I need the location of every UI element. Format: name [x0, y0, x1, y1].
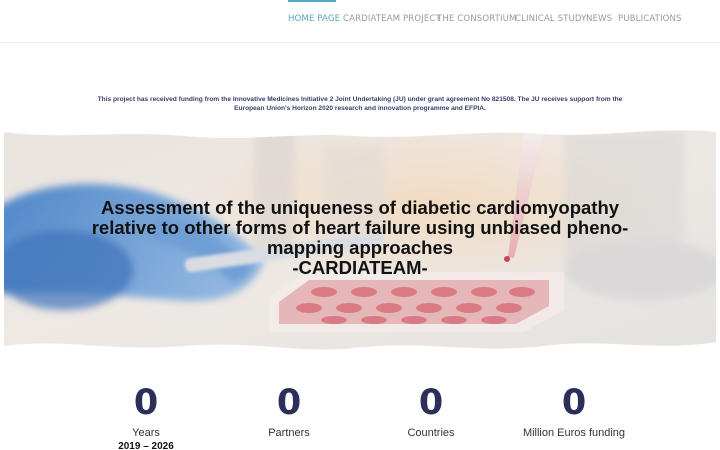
stat-funding: 0 Million Euros funding	[494, 380, 654, 440]
stat-years-range: 2019 – 2026	[118, 441, 174, 450]
nav-clinical-study[interactable]: CLINICAL STUDY	[515, 14, 586, 24]
stats-counters: 0 Years 2019 – 2026 0 Partners 0 Countri…	[0, 380, 720, 450]
stat-partners-label: Partners	[268, 427, 310, 439]
stat-partners-value: 0	[276, 383, 302, 423]
hero-title-line-2: relative to other forms of heart failure…	[91, 217, 629, 238]
stat-years: 0 Years 2019 – 2026	[66, 380, 226, 450]
stat-funding-label: Million Euros funding	[522, 427, 626, 439]
main-menu: HOME PAGE CARDIATEAM PROJECT THE CONSORT…	[0, 0, 720, 43]
nav-home-page[interactable]: HOME PAGE	[288, 14, 340, 24]
nav-news[interactable]: NEWS	[586, 14, 612, 24]
stat-funding-value: 0	[561, 383, 587, 423]
funding-notice: This project has received funding from t…	[60, 96, 660, 113]
nav-the-consortium[interactable]: THE CONSORTIUM	[437, 14, 517, 24]
stat-countries-label: Countries	[407, 427, 455, 439]
stat-partners: 0 Partners	[209, 380, 369, 440]
top-navigation: HOME PAGE CARDIATEAM PROJECT THE CONSORT…	[0, 0, 720, 43]
hero-title-line-4: -CARDIATEAM-	[292, 257, 428, 278]
hero-title-line-3: mapping approaches	[266, 237, 454, 258]
hero-banner: Assessment of the uniqueness of diabetic…	[4, 120, 716, 356]
nav-cardiateam-project[interactable]: CARDIATEAM PROJECT	[343, 14, 441, 24]
nav-publications[interactable]: PUBLICATIONS	[618, 14, 682, 24]
stat-years-value: 0	[133, 383, 159, 423]
stat-years-label: Years	[132, 427, 160, 439]
stat-countries: 0 Countries	[351, 380, 511, 440]
hero-title-line-1: Assessment of the uniqueness of diabetic…	[100, 197, 620, 218]
funding-line-2: European Union's Horizon 2020 research a…	[234, 104, 486, 112]
funding-line-1: This project has received funding from t…	[97, 96, 623, 103]
hero-title: Assessment of the uniqueness of diabetic…	[44, 198, 676, 278]
stat-countries-value: 0	[418, 383, 444, 423]
